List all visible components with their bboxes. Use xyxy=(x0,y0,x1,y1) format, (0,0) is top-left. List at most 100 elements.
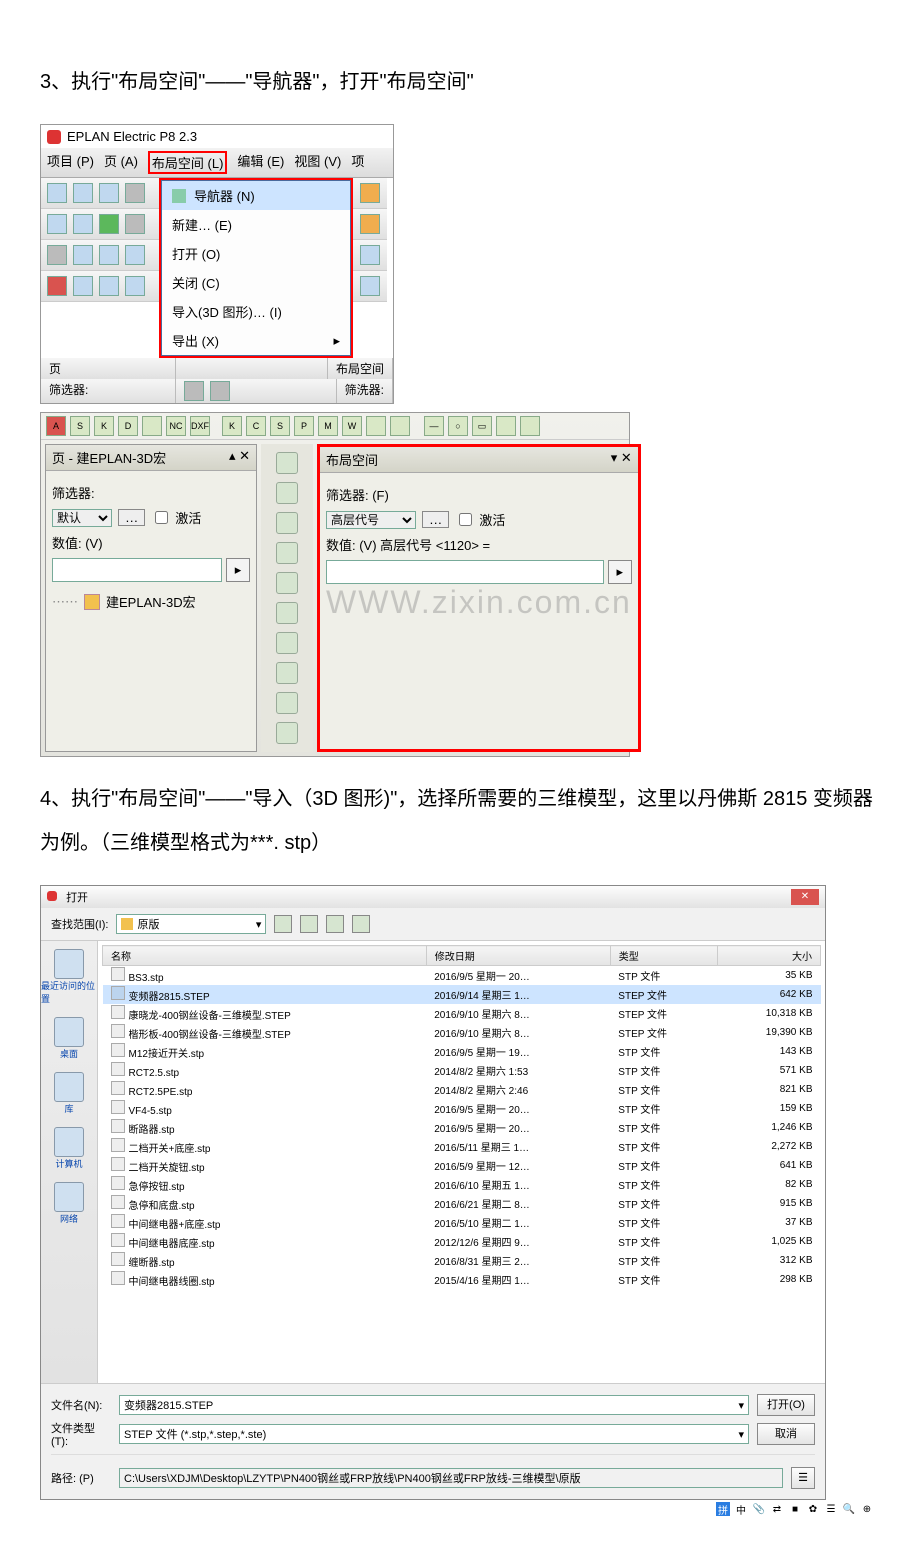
table-row[interactable]: M12接近开关.stp2016/9/5 星期一 19…STP 文件143 KB xyxy=(103,1042,821,1061)
value-input-right[interactable] xyxy=(326,560,604,584)
col-size[interactable]: 大小 xyxy=(717,946,820,966)
activate-checkbox-left[interactable] xyxy=(155,511,168,524)
tb-save-icon[interactable] xyxy=(99,183,119,203)
sidebar-desktop[interactable]: 桌面 xyxy=(54,1017,84,1060)
filter-select-right[interactable]: 高层代号 xyxy=(326,511,416,529)
tb-right-3[interactable] xyxy=(360,245,380,265)
table-row[interactable]: VF4-5.stp2016/9/5 星期一 20…STP 文件159 KB xyxy=(103,1099,821,1118)
menu-project[interactable]: 项目 (P) xyxy=(47,151,94,174)
nav-dxf-icon[interactable]: DXF xyxy=(190,416,210,436)
nav-misc-icon[interactable] xyxy=(496,416,516,436)
tray-cn-icon[interactable]: 中 xyxy=(734,1502,748,1516)
dropdown-export[interactable]: 导出 (X) ▸ xyxy=(162,326,350,355)
table-row[interactable]: RCT2.5PE.stp2014/8/2 星期六 2:46STP 文件821 K… xyxy=(103,1080,821,1099)
tray-kb-icon[interactable]: ■ xyxy=(788,1502,802,1516)
tb-plus-icon[interactable] xyxy=(99,214,119,234)
nav-d-icon[interactable]: D xyxy=(118,416,138,436)
table-row[interactable]: 中间继电器+底座.stp2016/5/10 星期二 1…STP 文件37 KB xyxy=(103,1213,821,1232)
tb-icon-f[interactable] xyxy=(125,245,145,265)
tb-new-icon[interactable] xyxy=(47,183,67,203)
nav-sq-icon[interactable]: ▭ xyxy=(472,416,492,436)
tray-clip-icon[interactable]: 📎 xyxy=(752,1502,766,1516)
tb-icon-c[interactable] xyxy=(125,214,145,234)
menu-layout-space[interactable]: 布局空间 (L) xyxy=(148,151,228,174)
mid-pencil-icon[interactable] xyxy=(276,452,298,474)
cancel-button[interactable]: 取消 xyxy=(757,1423,815,1445)
nav-grid1-icon[interactable] xyxy=(366,416,386,436)
panel-pin-close[interactable]: ▴ ✕ xyxy=(229,448,250,467)
nav-nc-icon[interactable]: NC xyxy=(166,416,186,436)
table-row[interactable]: 中间继电器底座.stp2012/12/6 星期四 9…STP 文件1,025 K… xyxy=(103,1232,821,1251)
newfolder-icon[interactable] xyxy=(326,915,344,933)
nav-w-icon[interactable]: W xyxy=(342,416,362,436)
up-icon[interactable] xyxy=(300,915,318,933)
nav-circle-icon[interactable]: ○ xyxy=(448,416,468,436)
mid-circle-icon[interactable] xyxy=(276,632,298,654)
tb-icon-b[interactable] xyxy=(73,214,93,234)
table-row[interactable]: 楷形板-400钢丝设备-三维模型.STEP2016/9/10 星期六 8…STE… xyxy=(103,1023,821,1042)
table-row[interactable]: 缠断器.stp2016/8/31 星期三 2…STP 文件312 KB xyxy=(103,1251,821,1270)
dropdown-close[interactable]: 关闭 (C) xyxy=(162,268,350,297)
sidebar-computer[interactable]: 计算机 xyxy=(54,1127,84,1170)
value-input-left[interactable] xyxy=(52,558,222,582)
path-browse-button[interactable]: ☰ xyxy=(791,1467,815,1489)
back-icon[interactable] xyxy=(274,915,292,933)
col-date[interactable]: 修改日期 xyxy=(426,946,610,966)
tb-d-icon[interactable] xyxy=(125,276,145,296)
sidebar-recent[interactable]: 最近访问的位置 xyxy=(41,949,97,1005)
layout-panel-close[interactable]: ▾ ✕ xyxy=(611,450,632,469)
table-row[interactable]: 二档开关旋钮.stp2016/5/9 星期一 12…STP 文件641 KB xyxy=(103,1156,821,1175)
sidebar-libraries[interactable]: 库 xyxy=(54,1072,84,1115)
mid-eye-icon[interactable] xyxy=(276,692,298,714)
table-row[interactable]: 二档开关+底座.stp2016/5/11 星期三 1…STP 文件2,272 K… xyxy=(103,1137,821,1156)
tray-ime-icon[interactable]: 拼 xyxy=(716,1502,730,1516)
lookin-combo[interactable]: 原版 ▾ xyxy=(116,914,266,934)
tray-menu-icon[interactable]: ☰ xyxy=(824,1502,838,1516)
filetype-field[interactable]: STEP 文件 (*.stp,*.step,*.ste)▾ xyxy=(119,1424,749,1444)
menu-edit[interactable]: 编辑 (E) xyxy=(237,151,284,174)
dialog-close-button[interactable]: ✕ xyxy=(791,889,819,905)
open-button[interactable]: 打开(O) xyxy=(757,1394,815,1416)
nav-dash-icon[interactable]: — xyxy=(424,416,444,436)
nav-k2-icon[interactable]: K xyxy=(222,416,242,436)
value-go-btn-left[interactable]: ▸ xyxy=(226,558,250,582)
tb-icon-e[interactable] xyxy=(99,245,119,265)
mid-arrow-icon[interactable] xyxy=(276,722,298,744)
tray-sync-icon[interactable]: ⇄ xyxy=(770,1502,784,1516)
filter-check-icon[interactable] xyxy=(210,381,230,401)
tb-print-icon[interactable] xyxy=(125,183,145,203)
tray-search-icon[interactable]: 🔍 xyxy=(842,1502,856,1516)
mid-refresh-icon[interactable] xyxy=(276,662,298,684)
dropdown-new[interactable]: 新建… (E) xyxy=(162,210,350,239)
nav-a-icon[interactable]: A xyxy=(46,416,66,436)
dropdown-import3d[interactable]: 导入(3D 图形)… (I) xyxy=(162,297,350,326)
nav-blank-icon[interactable] xyxy=(142,416,162,436)
filter-select-left[interactable]: 默认 xyxy=(52,509,112,527)
table-row[interactable]: 急停和底盘.stp2016/6/21 星期二 8…STP 文件915 KB xyxy=(103,1194,821,1213)
tb-open-icon[interactable] xyxy=(73,183,93,203)
menu-proj2[interactable]: 项 xyxy=(351,151,364,174)
mid-check-icon[interactable] xyxy=(276,482,298,504)
dropdown-open[interactable]: 打开 (O) xyxy=(162,239,350,268)
dropdown-navigator[interactable]: 导航器 (N) xyxy=(162,181,350,210)
filter-pencil-icon[interactable] xyxy=(184,381,204,401)
views-icon[interactable] xyxy=(352,915,370,933)
mid-target-icon[interactable] xyxy=(276,602,298,624)
mid-poly-icon[interactable] xyxy=(276,512,298,534)
mid-rect-icon[interactable] xyxy=(276,542,298,564)
tb-a-icon[interactable] xyxy=(47,276,67,296)
table-row[interactable]: BS3.stp2016/9/5 星期一 20…STP 文件35 KB xyxy=(103,966,821,986)
table-row[interactable]: 变频器2815.STEP2016/9/14 星期三 1…STEP 文件642 K… xyxy=(103,985,821,1004)
activate-checkbox-right[interactable] xyxy=(459,513,472,526)
value-go-btn-right[interactable]: ▸ xyxy=(608,560,632,584)
table-row[interactable]: 康晓龙-400钢丝设备-三维模型.STEP2016/9/10 星期六 8…STE… xyxy=(103,1004,821,1023)
table-row[interactable]: 断路器.stp2016/9/5 星期一 20…STP 文件1,246 KB xyxy=(103,1118,821,1137)
nav-grid2-icon[interactable] xyxy=(390,416,410,436)
tray-plus-icon[interactable]: ⊕ xyxy=(860,1502,874,1516)
nav-last-icon[interactable] xyxy=(520,416,540,436)
tb-right-4[interactable] xyxy=(360,276,380,296)
tb-right-2[interactable] xyxy=(360,214,380,234)
col-name[interactable]: 名称 xyxy=(103,946,427,966)
tray-gear-icon[interactable]: ✿ xyxy=(806,1502,820,1516)
filter-dots-btn-right[interactable]: … xyxy=(422,511,449,528)
